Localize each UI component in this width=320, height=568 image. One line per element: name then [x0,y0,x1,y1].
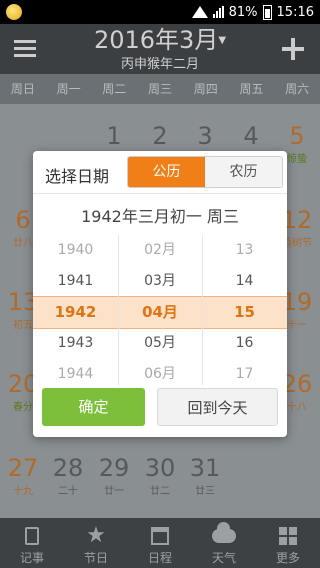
wheel-item[interactable]: 03月 [118,266,202,297]
wheel-item-selected[interactable]: 1942 [33,297,118,328]
wheel-item[interactable]: 05月 [118,328,202,359]
weekday-label: 周一 [56,82,81,96]
day-wheel[interactable]: 13 14 15 16 17 [202,235,287,385]
wheel-item[interactable]: 1941 [33,266,118,297]
nav-label: 记事 [19,551,44,565]
calendar-day[interactable]: 4 [228,122,274,150]
star-icon: ★ [86,523,106,548]
calendar-day[interactable]: 3 [182,122,228,150]
month-wheel[interactable]: 02月 03月 04月 05月 06月 [118,235,202,385]
back-to-today-button[interactable]: 回到今天 [157,388,278,426]
grid-icon [279,527,297,545]
wheel-item[interactable]: 1940 [33,235,118,266]
calendar-day[interactable]: 31 廿三 [182,454,228,497]
status-bar: 81% 15:16 [0,0,320,24]
wifi-icon [191,6,208,18]
weekday-label: 周二 [102,82,127,96]
cloud-icon [212,522,236,543]
calendar-type-toggle: 公历 农历 [127,156,283,188]
app-notification-icon [6,4,22,20]
date-picker-dialog: 选择日期 公历 农历 1942年三月初一 周三 1940 1941 1942 1… [33,151,287,437]
status-icons: 81% 15:16 [191,0,314,24]
wheel-item[interactable]: 02月 [118,235,202,266]
nav-holidays[interactable]: ★ 节日 [64,518,128,568]
weekday-label: 周日 [10,82,35,96]
nav-label: 日程 [147,551,172,565]
bottom-nav: 记事 ★ 节日 日程 天气 更多 [0,518,320,568]
signal-icon [212,6,224,18]
battery-icon [262,4,272,20]
add-icon[interactable] [282,38,304,60]
nav-notes[interactable]: 记事 [0,518,64,568]
date-wheel-picker: 1940 1941 1942 1943 1944 02月 03月 04月 05月… [33,235,287,385]
dropdown-caret-icon: ▼ [218,35,227,46]
selected-date-text: 1942年三月初一 周三 [81,207,239,226]
confirm-button[interactable]: 确定 [42,388,145,426]
calendar-day[interactable]: 1 [91,122,137,150]
tab-solar[interactable]: 公历 [128,157,205,187]
weekday-label: 周三 [148,82,173,96]
calendar-day[interactable]: 28 二十 [45,454,91,497]
month-title[interactable]: 2016年3月▼ [0,26,320,55]
dialog-title: 选择日期 [45,167,110,186]
wheel-item-selected[interactable]: 04月 [118,297,202,328]
nav-schedule[interactable]: 日程 [128,518,192,568]
battery-percent: 81% [228,4,258,20]
calendar-day[interactable]: 30 廿二 [137,454,183,497]
tab-lunar[interactable]: 农历 [205,157,282,187]
calendar-day[interactable]: 27 十九 [0,454,46,497]
nav-label: 天气 [211,551,236,565]
nav-label: 节日 [83,551,108,565]
notebook-icon [25,527,39,545]
calendar-day[interactable]: 2 [137,122,183,150]
nav-weather[interactable]: 天气 [192,518,256,568]
weekday-label: 周五 [239,82,264,96]
wheel-item[interactable]: 16 [202,328,287,359]
divider [33,193,287,194]
month-title-text: 2016年3月 [93,26,219,54]
wheel-item[interactable]: 17 [202,359,287,385]
clock: 15:16 [276,4,314,20]
calendar-day[interactable]: 29 廿一 [91,454,137,497]
lunar-subtitle: 丙申猴年二月 [120,57,199,72]
wheel-item[interactable]: 06月 [118,359,202,385]
app-header: 2016年3月▼ 丙申猴年二月 [0,24,320,74]
weekday-header: 周日 周一 周二 周三 周四 周五 周六 [0,74,320,104]
wheel-item[interactable]: 1943 [33,328,118,359]
nav-label: 更多 [275,551,300,565]
weekday-label: 周六 [285,82,310,96]
wheel-item[interactable]: 14 [202,266,287,297]
wheel-item-selected[interactable]: 15 [202,297,287,328]
calendar-icon [151,527,169,545]
year-wheel[interactable]: 1940 1941 1942 1943 1944 [33,235,118,385]
weekday-label: 周四 [193,82,218,96]
wheel-item[interactable]: 13 [202,235,287,266]
nav-more[interactable]: 更多 [256,518,320,568]
wheel-item[interactable]: 1944 [33,359,118,385]
